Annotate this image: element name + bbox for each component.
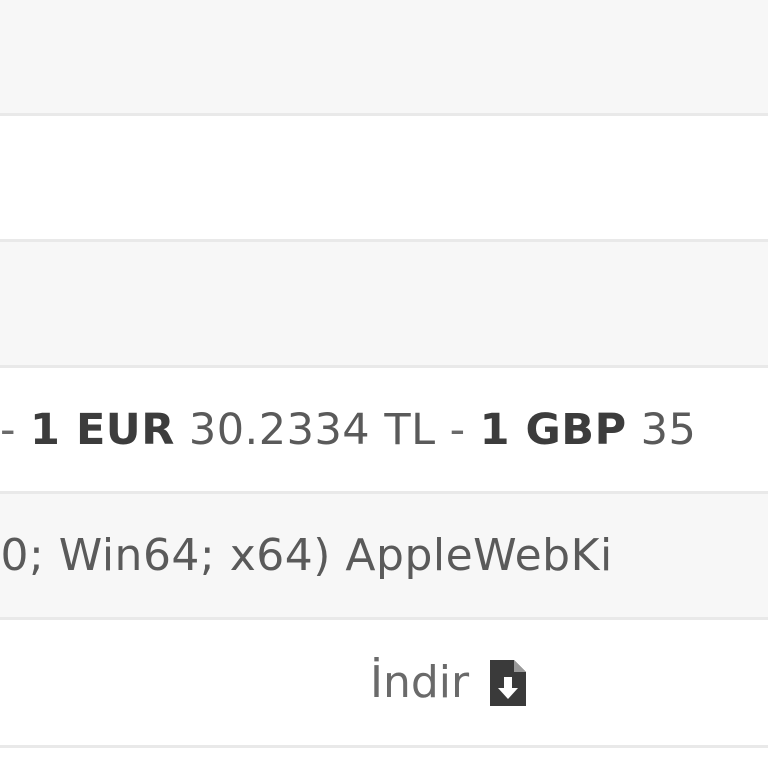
user-agent-text: .0; Win64; x64) AppleWebKi <box>0 530 613 581</box>
download-label: İndir <box>370 657 470 708</box>
table-row <box>0 242 768 368</box>
currency-eur-value: 30.2334 TL <box>188 404 436 455</box>
currency-separator: - <box>0 404 17 455</box>
download-link[interactable]: İndir <box>370 620 529 745</box>
file-download-icon <box>487 657 529 709</box>
currency-eur-code: 1 EUR <box>30 404 175 455</box>
table-row <box>0 0 768 116</box>
currency-gbp-code: 1 GBP <box>479 404 627 455</box>
user-agent-row: .0; Win64; x64) AppleWebKi <box>0 494 768 620</box>
currency-row: - 1 EUR 30.2334 TL - 1 GBP 35 <box>0 368 768 494</box>
download-row: İndir <box>0 620 768 748</box>
currency-rates: - 1 EUR 30.2334 TL - 1 GBP 35 <box>0 368 696 491</box>
info-table: - 1 EUR 30.2334 TL - 1 GBP 35 .0; Win64;… <box>0 0 768 768</box>
table-row <box>0 116 768 242</box>
currency-gbp-value: 35 <box>640 404 697 455</box>
currency-separator: - <box>449 404 466 455</box>
